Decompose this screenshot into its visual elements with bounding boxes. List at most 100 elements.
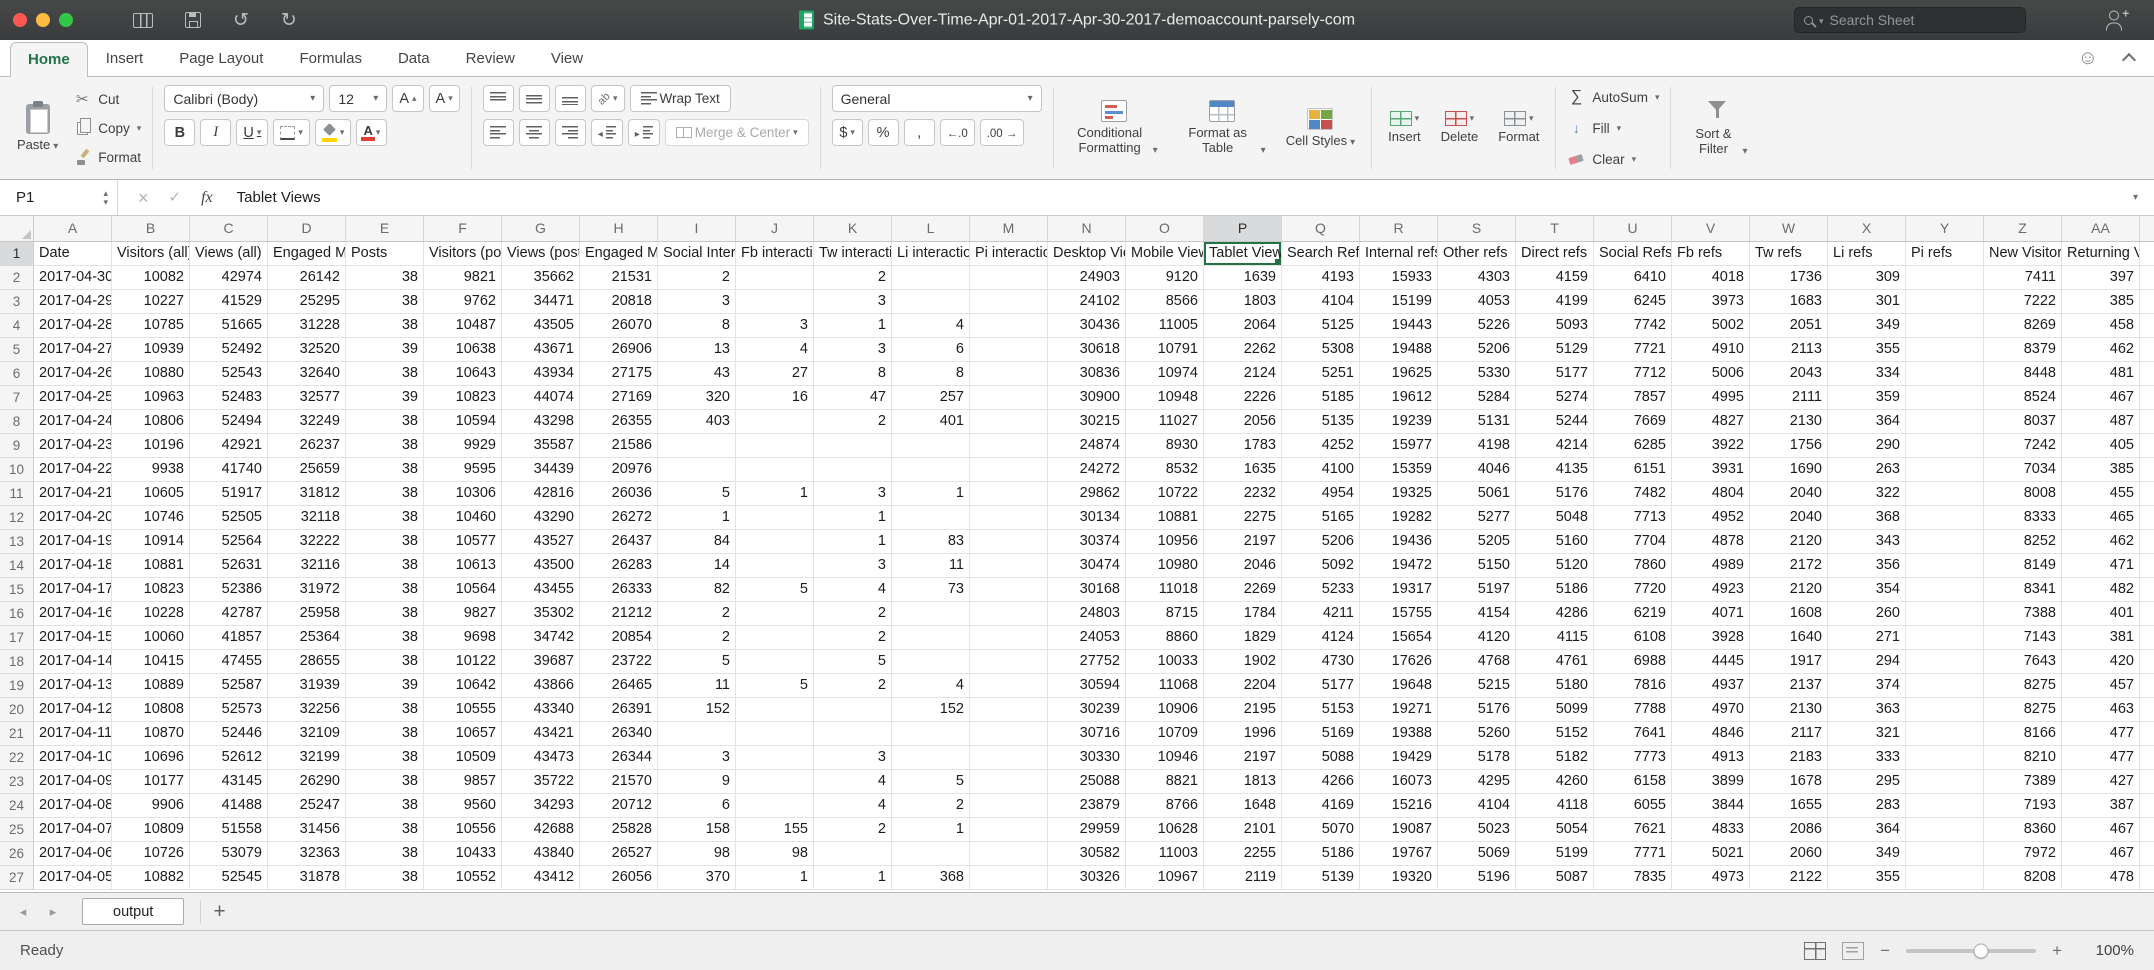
- cell-W16[interactable]: 1608: [1750, 602, 1828, 626]
- cell-N14[interactable]: 30474: [1048, 554, 1126, 578]
- cell-P24[interactable]: 1648: [1204, 794, 1282, 818]
- cell-K20[interactable]: [814, 698, 892, 722]
- cell-X21[interactable]: 321: [1828, 722, 1906, 746]
- cell-V24[interactable]: 3844: [1672, 794, 1750, 818]
- cell-Y21[interactable]: [1906, 722, 1984, 746]
- cell-V15[interactable]: 4923: [1672, 578, 1750, 602]
- cell-F3[interactable]: 9762: [424, 290, 502, 314]
- cell-M17[interactable]: [970, 626, 1048, 650]
- cell-F14[interactable]: 10613: [424, 554, 502, 578]
- cell-O21[interactable]: 10709: [1126, 722, 1204, 746]
- cell-Y6[interactable]: [1906, 362, 1984, 386]
- cell-Y12[interactable]: [1906, 506, 1984, 530]
- cell-AA7[interactable]: 467: [2062, 386, 2140, 410]
- cell-E20[interactable]: 38: [346, 698, 424, 722]
- column-header-V[interactable]: V: [1672, 216, 1750, 241]
- cell-L10[interactable]: [892, 458, 970, 482]
- cell-W3[interactable]: 1683: [1750, 290, 1828, 314]
- cell-P2[interactable]: 1639: [1204, 266, 1282, 290]
- cell-F15[interactable]: 10564: [424, 578, 502, 602]
- cell-K10[interactable]: [814, 458, 892, 482]
- delete-cells-button[interactable]: Delete: [1436, 85, 1484, 171]
- cell-K7[interactable]: 47: [814, 386, 892, 410]
- cell-Q22[interactable]: 5088: [1282, 746, 1360, 770]
- row-header-10[interactable]: 10: [0, 458, 34, 482]
- cell-P26[interactable]: 2255: [1204, 842, 1282, 866]
- cell-S17[interactable]: 4120: [1438, 626, 1516, 650]
- column-header-C[interactable]: C: [190, 216, 268, 241]
- cell-P27[interactable]: 2119: [1204, 866, 1282, 890]
- cell-G11[interactable]: 42816: [502, 482, 580, 506]
- cell-V10[interactable]: 3931: [1672, 458, 1750, 482]
- cell-J13[interactable]: [736, 530, 814, 554]
- cell-Q18[interactable]: 4730: [1282, 650, 1360, 674]
- cell-B15[interactable]: 10823: [112, 578, 190, 602]
- cell-AA1[interactable]: Returning Visitors: [2062, 242, 2140, 266]
- cell-D3[interactable]: 25295: [268, 290, 346, 314]
- cell-R18[interactable]: 17626: [1360, 650, 1438, 674]
- cell-N6[interactable]: 30836: [1048, 362, 1126, 386]
- format-cells-button[interactable]: Format: [1493, 85, 1544, 171]
- cell-Q7[interactable]: 5185: [1282, 386, 1360, 410]
- column-header-Y[interactable]: Y: [1906, 216, 1984, 241]
- cell-I15[interactable]: 82: [658, 578, 736, 602]
- underline-button[interactable]: U: [236, 119, 269, 146]
- cell-R8[interactable]: 19239: [1360, 410, 1438, 434]
- cell-Y14[interactable]: [1906, 554, 1984, 578]
- cell-F16[interactable]: 9827: [424, 602, 502, 626]
- cell-K5[interactable]: 3: [814, 338, 892, 362]
- cell-O17[interactable]: 8860: [1126, 626, 1204, 650]
- cell-A20[interactable]: 2017-04-12: [34, 698, 112, 722]
- format-as-table-dropdown-icon[interactable]: [1261, 146, 1266, 156]
- cell-AA22[interactable]: 477: [2062, 746, 2140, 770]
- cell-F27[interactable]: 10552: [424, 866, 502, 890]
- cell-R20[interactable]: 19271: [1360, 698, 1438, 722]
- cell-Y13[interactable]: [1906, 530, 1984, 554]
- cell-K2[interactable]: 2: [814, 266, 892, 290]
- cell-B25[interactable]: 10809: [112, 818, 190, 842]
- cell-X19[interactable]: 374: [1828, 674, 1906, 698]
- cell-M22[interactable]: [970, 746, 1048, 770]
- cell-V5[interactable]: 4910: [1672, 338, 1750, 362]
- cell-U23[interactable]: 6158: [1594, 770, 1672, 794]
- cell-B19[interactable]: 10889: [112, 674, 190, 698]
- cell-I21[interactable]: [658, 722, 736, 746]
- cell-L2[interactable]: [892, 266, 970, 290]
- cell-AA20[interactable]: 463: [2062, 698, 2140, 722]
- cell-Z11[interactable]: 8008: [1984, 482, 2062, 506]
- cell-L15[interactable]: 73: [892, 578, 970, 602]
- cell-H16[interactable]: 21212: [580, 602, 658, 626]
- feedback-smiley-icon[interactable]: [2078, 48, 2098, 69]
- cell-Z4[interactable]: 8269: [1984, 314, 2062, 338]
- cell-W14[interactable]: 2172: [1750, 554, 1828, 578]
- cell-G27[interactable]: 43412: [502, 866, 580, 890]
- cell-U9[interactable]: 6285: [1594, 434, 1672, 458]
- cell-AA21[interactable]: 477: [2062, 722, 2140, 746]
- cell-O2[interactable]: 9120: [1126, 266, 1204, 290]
- cell-G1[interactable]: Views (posts): [502, 242, 580, 266]
- cell-G14[interactable]: 43500: [502, 554, 580, 578]
- cell-E15[interactable]: 38: [346, 578, 424, 602]
- column-header-R[interactable]: R: [1360, 216, 1438, 241]
- cell-A12[interactable]: 2017-04-20: [34, 506, 112, 530]
- cell-T16[interactable]: 4286: [1516, 602, 1594, 626]
- decrease-decimal-button[interactable]: [979, 119, 1025, 146]
- cell-Y24[interactable]: [1906, 794, 1984, 818]
- bold-button[interactable]: B: [164, 119, 196, 146]
- cell-J8[interactable]: [736, 410, 814, 434]
- cell-G24[interactable]: 34293: [502, 794, 580, 818]
- cell-R27[interactable]: 19320: [1360, 866, 1438, 890]
- orientation-dropdown-icon[interactable]: [613, 94, 618, 103]
- cell-C6[interactable]: 52543: [190, 362, 268, 386]
- cell-P25[interactable]: 2101: [1204, 818, 1282, 842]
- cell-A1[interactable]: Date: [34, 242, 112, 266]
- row-header-5[interactable]: 5: [0, 338, 34, 362]
- column-header-W[interactable]: W: [1750, 216, 1828, 241]
- cell-H2[interactable]: 21531: [580, 266, 658, 290]
- row-header-4[interactable]: 4: [0, 314, 34, 338]
- cell-P20[interactable]: 2195: [1204, 698, 1282, 722]
- cell-N21[interactable]: 30716: [1048, 722, 1126, 746]
- cell-W18[interactable]: 1917: [1750, 650, 1828, 674]
- cell-Y20[interactable]: [1906, 698, 1984, 722]
- cell-B13[interactable]: 10914: [112, 530, 190, 554]
